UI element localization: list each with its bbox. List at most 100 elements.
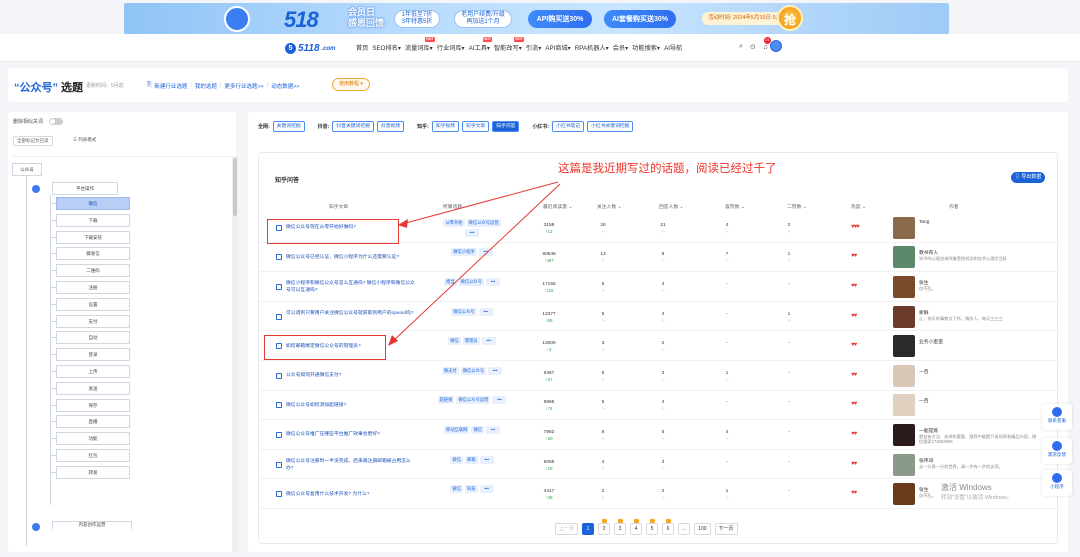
topic-tag[interactable]: 微信: [471, 425, 485, 434]
nav-item[interactable]: AI工具▾ HOT: [469, 37, 492, 52]
page-button[interactable]: 2: [598, 519, 611, 535]
table-row[interactable]: 可以调到只要用户关注微信公众号就获取到用户的openid吗? 微信公众号 ••• 13…: [259, 302, 1059, 332]
more-tags-button[interactable]: •••: [488, 366, 503, 375]
nav-item[interactable]: RPA机器人▾: [575, 43, 609, 52]
author-avatar[interactable]: [893, 335, 915, 358]
author-name[interactable]: 业务小歪歪: [919, 338, 943, 345]
tree-node[interactable]: 支付: [56, 314, 130, 328]
author-name[interactable]: 张生: [919, 279, 929, 286]
nav-item[interactable]: 智能改写▾ HOT: [494, 37, 524, 52]
page-button[interactable]: ...: [678, 523, 691, 535]
tree-node[interactable]: 自动: [56, 331, 130, 345]
prev-page-button[interactable]: 上一页: [555, 523, 579, 535]
tree-node[interactable]: 直播: [56, 415, 130, 429]
promo-pill-api[interactable]: API购买送30%: [528, 10, 592, 28]
nav-item[interactable]: 功能搜索▾: [632, 43, 660, 52]
author-name[interactable]: 新鲜: [919, 309, 929, 316]
promo-pill-ai[interactable]: AI套餐购买送30%: [604, 10, 676, 28]
column-header[interactable]: 二赞数 ⌄: [787, 203, 807, 210]
column-header[interactable]: 作者: [949, 203, 959, 210]
author-avatar[interactable]: [893, 483, 915, 506]
my-topics-link[interactable]: 我的选题: [195, 82, 217, 90]
location-icon[interactable]: ⊙: [750, 43, 756, 51]
nav-item[interactable]: SEO排名▾: [372, 43, 401, 52]
more-tags-button[interactable]: •••: [479, 485, 494, 494]
topic-tag[interactable]: 邮箱: [465, 455, 478, 464]
tree-node[interactable]: 微信: [56, 197, 130, 210]
author-avatar[interactable]: [893, 453, 915, 476]
page-button[interactable]: 1: [582, 523, 595, 535]
author-name[interactable]: Tang: [919, 220, 929, 225]
author-avatar[interactable]: [893, 364, 915, 387]
question-title[interactable]: 公众号如何开通微信支付?: [286, 372, 416, 379]
author-name[interactable]: 张伟哥: [919, 457, 933, 464]
topic-tag[interactable]: 微信公众号: [460, 366, 487, 375]
site-logo[interactable]: 5 5118 .com: [285, 43, 336, 54]
column-header[interactable]: 喜赞数 ⌄: [725, 203, 745, 210]
mark-all-read-button[interactable]: 全部标记为已读: [13, 136, 53, 146]
tree-node[interactable]: 设置: [56, 297, 130, 311]
topic-tag[interactable]: 微信公众号运营: [456, 396, 491, 405]
topic-tag[interactable]: 微信: [450, 455, 463, 464]
sidebar-scrollbar[interactable]: [232, 156, 238, 552]
author-name[interactable]: 一能提炼: [919, 427, 938, 434]
filter-button[interactable]: 抖音视频: [376, 121, 405, 132]
topic-tag[interactable]: 微信: [450, 485, 463, 494]
question-title[interactable]: 微信公众号如何添加超链接?: [286, 402, 416, 409]
table-row[interactable]: 微信公众号复用什么技术开发? 为什么? 微信 科技 ••• 4417 ↑38 2 ↑- 2 ↑- 1…: [259, 479, 1059, 509]
page-button[interactable]: 4: [630, 519, 643, 535]
tree-node[interactable]: 下载: [56, 213, 130, 227]
column-header[interactable]: 关注人数 ⌄: [597, 203, 622, 210]
page-button[interactable]: 3: [614, 519, 627, 535]
filter-button[interactable]: 小红书笔记: [552, 121, 585, 132]
column-header[interactable]: 知乎文章: [329, 203, 348, 210]
page-button[interactable]: 5: [646, 519, 659, 535]
more-tags-button[interactable]: •••: [486, 425, 501, 434]
tree-node[interactable]: 注册: [56, 281, 130, 294]
question-title[interactable]: 微信公众号复用什么技术开发? 为什么?: [286, 491, 416, 498]
topic-tag[interactable]: 移动互联网: [443, 425, 470, 434]
expand-icon[interactable]: [32, 523, 40, 531]
promo-pill-discount[interactable]: 1年低至7折 3年特惠5折: [394, 10, 440, 28]
filter-button[interactable]: 知乎文章: [462, 121, 490, 132]
new-topic-link[interactable]: 新建行业选题: [154, 82, 187, 90]
author-avatar[interactable]: [893, 394, 915, 417]
filter-button[interactable]: 小红书关键词挖掘: [587, 121, 634, 132]
export-button[interactable]: ⇩ 导出数据: [1011, 172, 1046, 183]
grab-button[interactable]: 抢: [777, 5, 803, 31]
bell-icon[interactable]: ♫: [763, 44, 768, 51]
nav-item[interactable]: 会员▾: [613, 43, 628, 52]
topic-tag[interactable]: 微支付: [441, 366, 459, 375]
more-tags-button[interactable]: •••: [479, 455, 494, 464]
search-icon[interactable]: ⌕: [739, 43, 743, 51]
more-topics-link[interactable]: 更多行业选题>>: [224, 82, 263, 90]
dynamic-data-link[interactable]: 动态数据>>: [271, 82, 299, 90]
tree-node[interactable]: 转发: [56, 465, 130, 479]
question-title[interactable]: 微信公众号注册时一半没完成，后来再注册邮箱被占用怎么办?: [286, 458, 416, 472]
column-header[interactable]: 热度 ⌄: [851, 203, 866, 210]
topic-tag[interactable]: 超链接: [437, 396, 455, 405]
list-mode-button[interactable]: ☰ 列表模式: [70, 136, 99, 146]
author-avatar[interactable]: [893, 423, 915, 446]
author-avatar[interactable]: [893, 246, 915, 269]
author-avatar[interactable]: [893, 305, 915, 328]
tree-node[interactable]: 群发信: [56, 247, 130, 261]
table-row[interactable]: 公众号如何开通微信支付? 微支付 微信公众号 ••• 9367 ↑67 5 ↑- 3 ↑- 1 ↑- -…: [259, 361, 1059, 391]
page-button[interactable]: 6: [662, 519, 675, 535]
expand-icon[interactable]: [32, 185, 40, 193]
tree-node[interactable]: 红包: [56, 449, 130, 462]
promo-pill-renewal[interactable]: 老用户续费/升级 再加送1个月: [454, 10, 512, 28]
filter-button[interactable]: 关键词挖掘: [272, 121, 305, 132]
table-row[interactable]: 微信公众号如何添加超链接? 超链接 微信公众号运营 ••• 8966 ↑74 5 ↑- 4 ↑- -…: [259, 391, 1059, 421]
page-button[interactable]: 100: [694, 523, 711, 535]
similar-toggle[interactable]: [49, 118, 63, 125]
promo-banner[interactable]: 518 会员日 感恩回馈 1年低至7折 3年特惠5折 老用户续费/升级 再加送1…: [124, 3, 949, 34]
mini-program-button[interactable]: 小程序: [1042, 470, 1072, 496]
tree-root[interactable]: 公众号: [12, 163, 42, 176]
table-row[interactable]: 微信公众号注册时一半没完成，后来再注册邮箱被占用怎么办? 微信 邮箱 ••• 6055 ↑…: [259, 450, 1059, 480]
more-tags-button[interactable]: •••: [492, 396, 507, 405]
tree-node[interactable]: 发送: [56, 381, 130, 395]
author-name[interactable]: 一百: [919, 397, 929, 404]
user-avatar[interactable]: [770, 40, 782, 52]
tree-group[interactable]: 平台操作: [52, 182, 118, 195]
